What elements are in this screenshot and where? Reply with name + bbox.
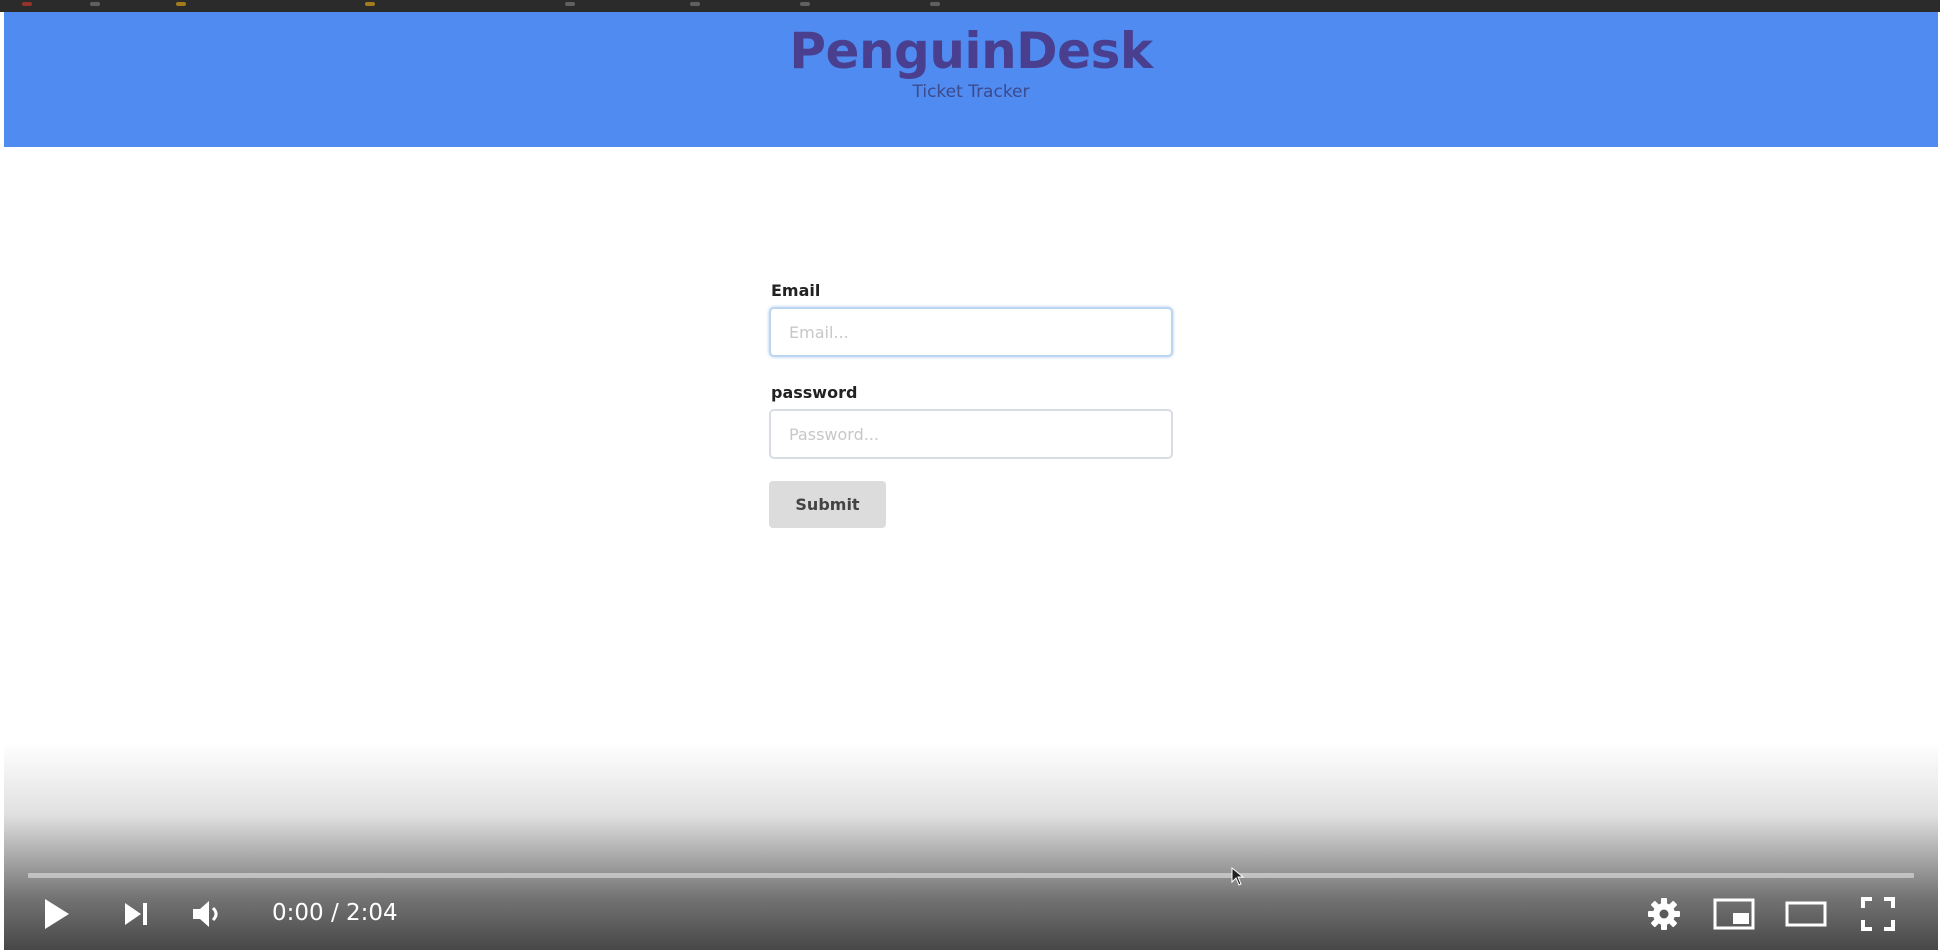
email-label: Email	[771, 281, 821, 300]
os-indicator-icon	[90, 2, 100, 6]
os-indicator-icon	[365, 2, 375, 6]
play-button[interactable]	[34, 892, 78, 936]
fullscreen-button[interactable]	[1856, 892, 1900, 936]
next-button[interactable]	[114, 892, 158, 936]
email-field[interactable]	[769, 307, 1173, 357]
settings-gear-icon	[1648, 898, 1680, 930]
site-header: PenguinDesk Ticket Tracker	[4, 12, 1938, 147]
miniplayer-icon	[1713, 898, 1755, 930]
os-menu-bar	[0, 0, 1940, 12]
password-label: password	[771, 383, 858, 402]
time-display: 0:00 / 2:04	[272, 900, 398, 926]
theater-mode-icon	[1785, 901, 1827, 927]
brand-tagline: Ticket Tracker	[912, 82, 1030, 102]
fullscreen-icon	[1861, 897, 1895, 931]
progress-bar[interactable]	[28, 873, 1914, 878]
video-player[interactable]: PenguinDesk Ticket Tracker Email passwor…	[4, 12, 1938, 950]
settings-button[interactable]	[1642, 892, 1686, 936]
volume-button[interactable]	[186, 892, 230, 936]
volume-icon	[193, 901, 218, 927]
miniplayer-button[interactable]	[1712, 892, 1756, 936]
play-icon	[45, 899, 69, 929]
password-field[interactable]	[769, 409, 1173, 459]
next-icon	[125, 903, 147, 925]
os-indicator-icon	[565, 2, 575, 6]
submit-button[interactable]: Submit	[769, 481, 886, 528]
os-indicator-icon	[930, 2, 940, 6]
os-indicator-icon	[176, 2, 186, 6]
mouse-cursor-icon	[1231, 867, 1245, 886]
os-indicator-icon	[800, 2, 810, 6]
brand-title: PenguinDesk	[789, 22, 1153, 80]
os-indicator-icon	[22, 2, 32, 6]
os-indicator-icon	[690, 2, 700, 6]
theater-mode-button[interactable]	[1784, 892, 1828, 936]
